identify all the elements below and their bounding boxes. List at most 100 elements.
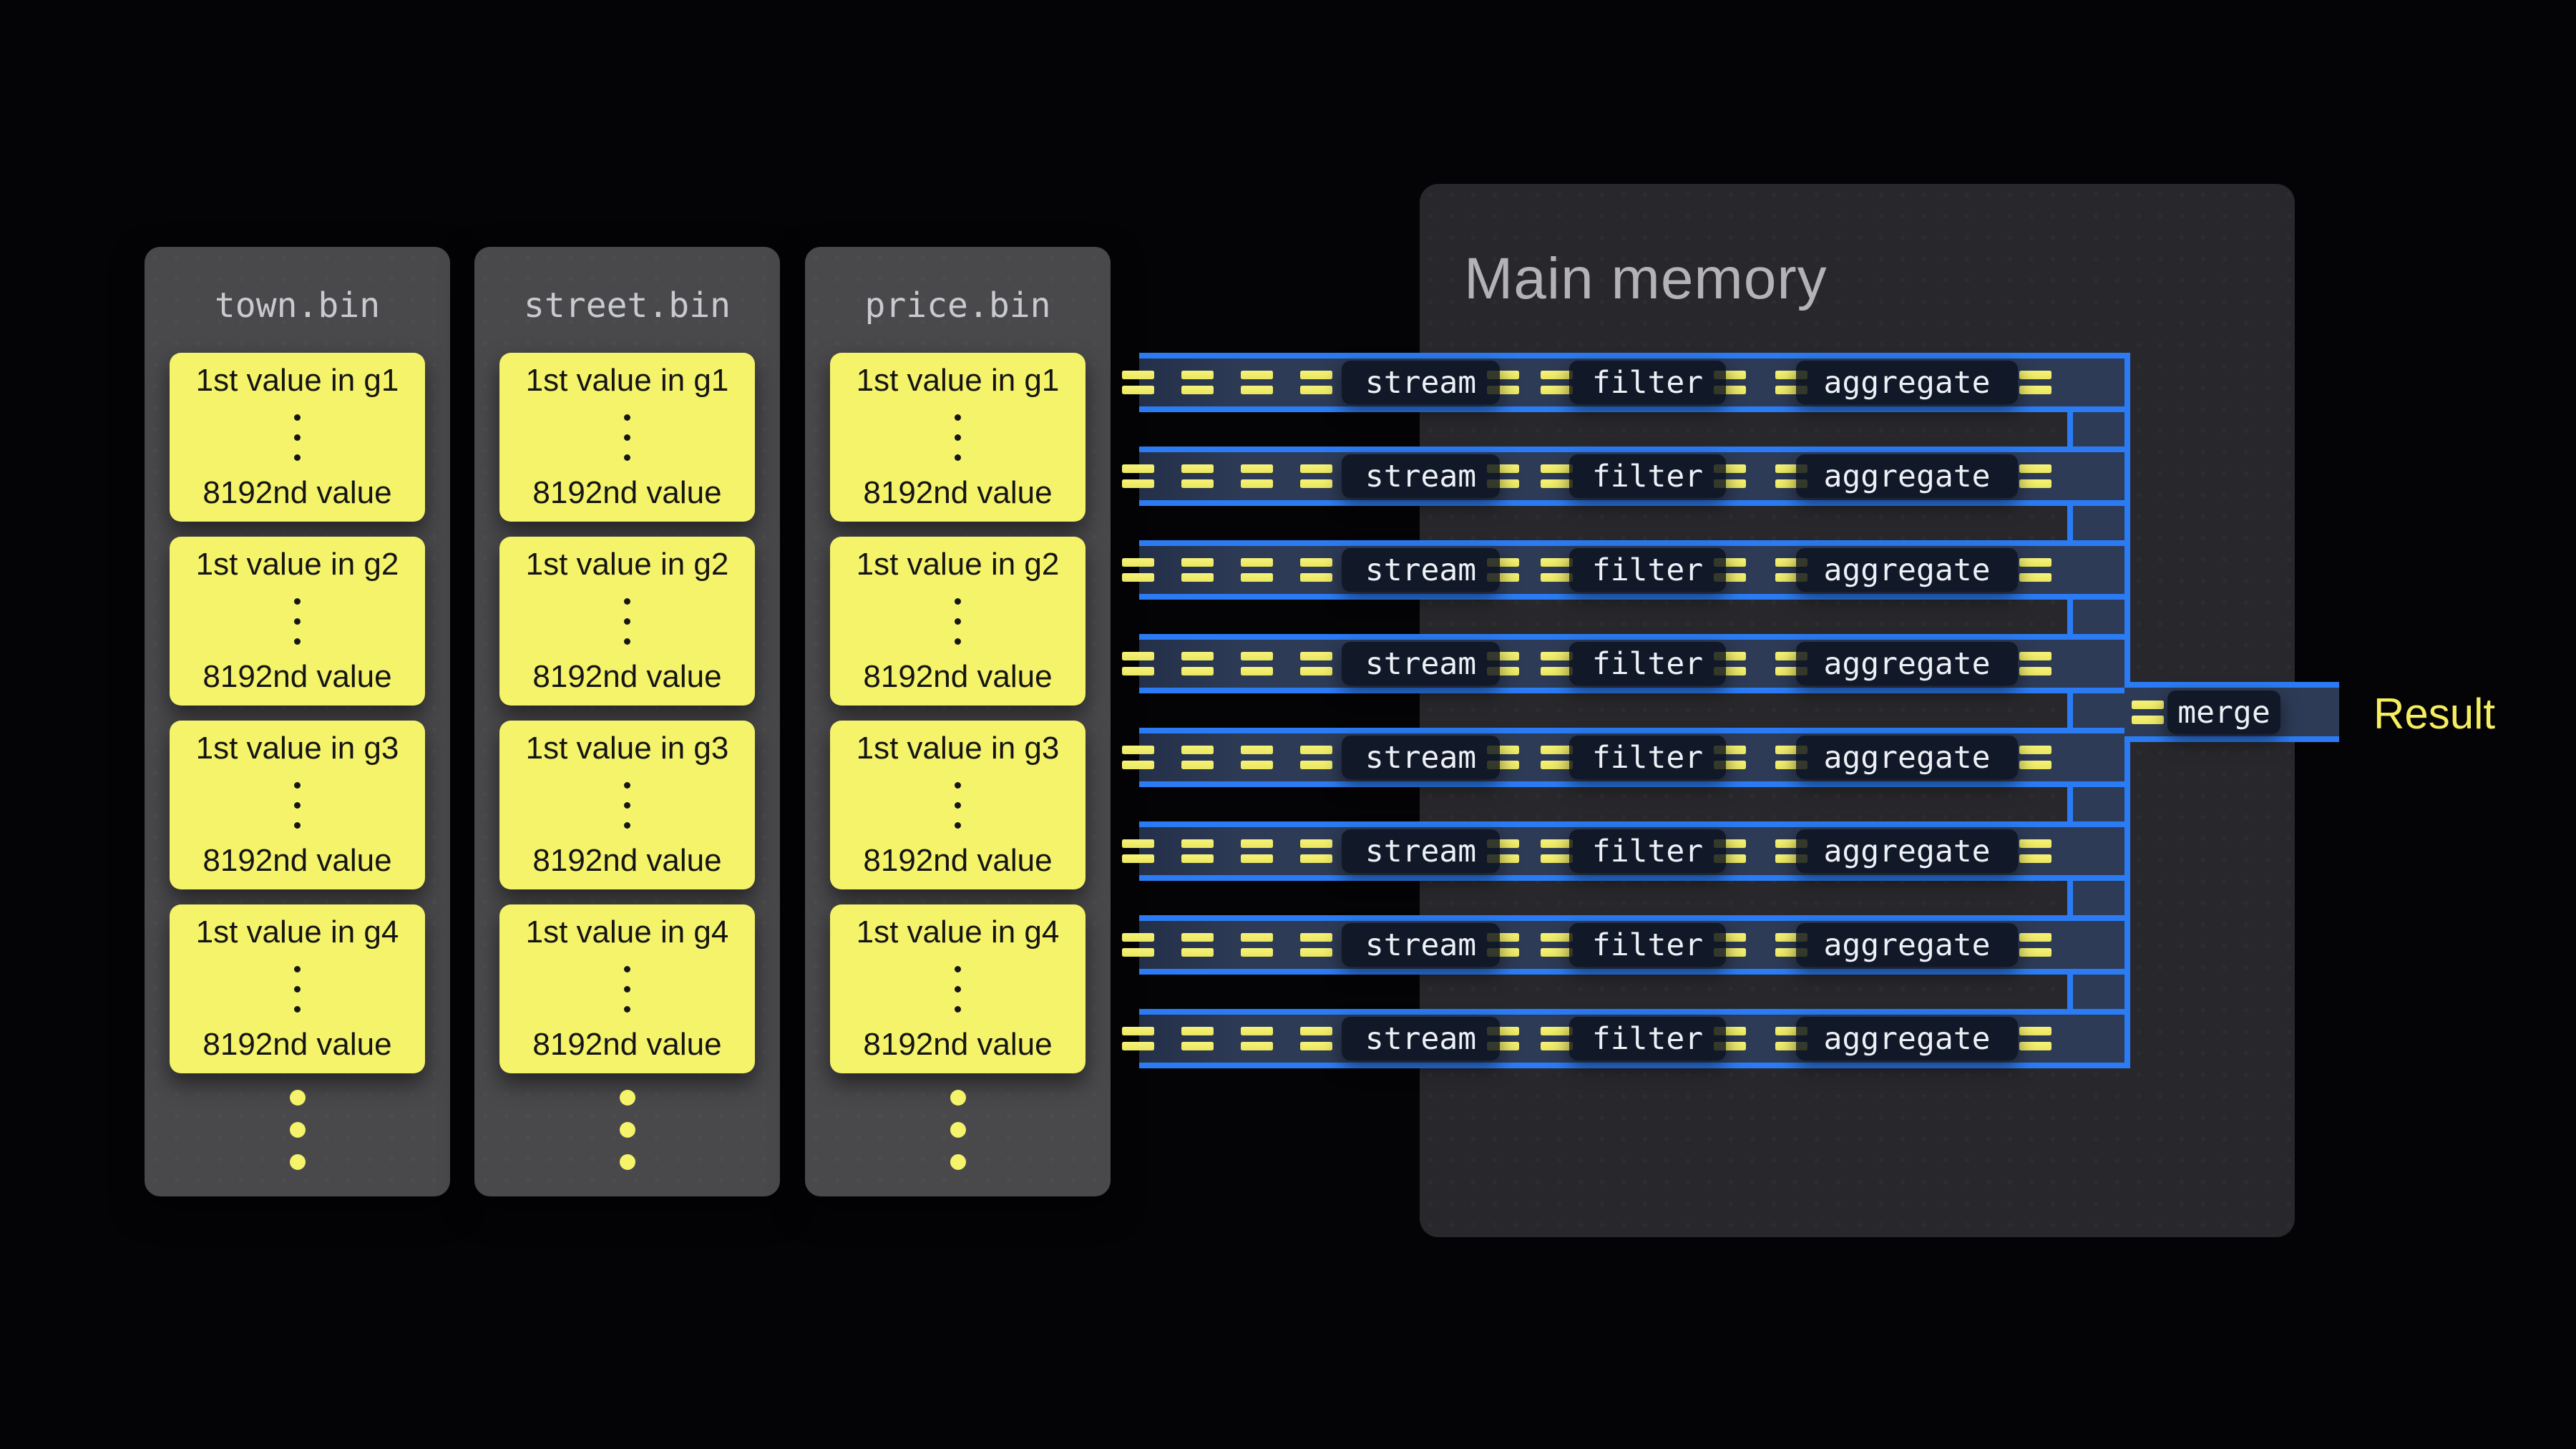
stage-box-stream: stream <box>1342 923 1500 967</box>
stage-box-stream: stream <box>1342 548 1500 592</box>
value-block-last-label: 8192nd value <box>863 1027 1052 1063</box>
dataflow-dash-icon <box>2019 746 2051 769</box>
stage-box-aggregate: aggregate <box>1796 361 2018 404</box>
dataflow-dash-icon <box>1541 371 1573 394</box>
stage-box-stream: stream <box>1342 454 1500 498</box>
stage-box-aggregate: aggregate <box>1796 829 2018 873</box>
value-block-first-label: 1st value in g4 <box>857 914 1060 951</box>
pipeline-row: stream filter aggregate <box>1139 353 2124 412</box>
bin-column-price: price.bin 1st value in g1 8192nd value 1… <box>805 247 1111 1196</box>
dataflow-dash-icon <box>1181 371 1214 394</box>
value-block: 1st value in g2 8192nd value <box>170 537 425 706</box>
pipeline-row: stream filter aggregate <box>1139 634 2124 693</box>
value-block: 1st value in g1 8192nd value <box>499 353 755 522</box>
dataflow-dash-icon <box>1300 746 1332 769</box>
value-ellipsis-icon <box>955 782 961 829</box>
value-block-last-label: 8192nd value <box>203 659 391 696</box>
value-block: 1st value in g4 8192nd value <box>170 904 425 1073</box>
pipeline-row: streamfilteraggregate <box>1139 1009 2124 1068</box>
bin-filename: town.bin <box>145 286 450 326</box>
dataflow-dash-icon <box>2019 652 2051 675</box>
dataflow-dash-icon <box>1122 1027 1154 1050</box>
value-block-last-label: 8192nd value <box>532 843 721 879</box>
stage-box-filter: filter <box>1569 642 1726 686</box>
more-groups-ellipsis <box>805 1090 1111 1170</box>
dataflow-dash-icon <box>2019 464 2051 488</box>
stage-box-aggregate: aggregate <box>1796 736 2018 779</box>
dataflow-dash-icon <box>1181 558 1214 582</box>
stage-box-stream: stream <box>1342 361 1500 404</box>
dataflow-dash-icon <box>1122 464 1154 488</box>
stage-box-aggregate: aggregate <box>1796 923 2018 967</box>
stage-box-filter: filter <box>1569 548 1726 592</box>
canvas: Main memory town.bin 1st value in g1 819… <box>0 0 2576 1449</box>
value-block: 1st value in g1 8192nd value <box>170 353 425 522</box>
dataflow-dash-icon <box>1300 1027 1332 1050</box>
value-ellipsis-icon <box>955 414 961 461</box>
bin-filename: street.bin <box>474 286 780 326</box>
stage-box-filter: filter <box>1569 736 1726 779</box>
dataflow-dash-icon <box>2019 933 2051 957</box>
dataflow-dash-icon <box>1241 371 1273 394</box>
value-block-last-label: 8192nd value <box>863 659 1052 696</box>
value-block: 1st value in g1 8192nd value <box>830 353 1085 522</box>
dataflow-dash-icon <box>1241 558 1273 582</box>
stage-box-aggregate: aggregate <box>1796 548 2018 592</box>
pipeline-row: streamfilteraggregate <box>1139 447 2124 506</box>
dataflow-dash-icon <box>1541 746 1573 769</box>
value-block-last-label: 8192nd value <box>532 475 721 512</box>
value-block-last-label: 8192nd value <box>532 1027 721 1063</box>
pipeline-row: streamfilteraggregate <box>1139 821 2124 881</box>
stage-box-stream: stream <box>1342 642 1500 686</box>
pipeline-row: streamfilteraggregate <box>1139 915 2124 975</box>
value-block-first-label: 1st value in g1 <box>196 363 399 399</box>
dataflow-dash-icon <box>1122 652 1154 675</box>
value-block-first-label: 1st value in g2 <box>196 547 399 583</box>
dataflow-dash-icon <box>2019 839 2051 863</box>
value-ellipsis-icon <box>294 414 301 461</box>
dataflow-dash-icon <box>2019 558 2051 582</box>
dataflow-dash-icon <box>1122 933 1154 957</box>
stage-box-aggregate: aggregate <box>1796 642 2018 686</box>
merge-band: merge <box>2124 682 2339 742</box>
dataflow-dash-icon <box>1541 558 1573 582</box>
value-block: 1st value in g4 8192nd value <box>499 904 755 1073</box>
dataflow-dash-icon <box>1300 839 1332 863</box>
dataflow-dash-icon <box>1122 558 1154 582</box>
value-block-first-label: 1st value in g4 <box>526 914 729 951</box>
more-groups-ellipsis <box>474 1090 780 1170</box>
dataflow-dash-icon <box>1300 933 1332 957</box>
dataflow-dash-icon <box>1122 746 1154 769</box>
dataflow-dash-icon <box>1300 464 1332 488</box>
value-block: 1st value in g2 8192nd value <box>499 537 755 706</box>
dataflow-dash-icon <box>2019 1027 2051 1050</box>
value-block-first-label: 1st value in g2 <box>526 547 729 583</box>
value-block-last-label: 8192nd value <box>532 659 721 696</box>
dataflow-dash-icon <box>1300 371 1332 394</box>
stage-box-filter: filter <box>1569 361 1726 404</box>
bin-column-town: town.bin 1st value in g1 8192nd value 1s… <box>145 247 450 1196</box>
value-block-first-label: 1st value in g2 <box>857 547 1060 583</box>
value-block-last-label: 8192nd value <box>863 843 1052 879</box>
dataflow-dash-icon <box>1241 839 1273 863</box>
value-block: 1st value in g3 8192nd value <box>830 721 1085 889</box>
value-block-last-label: 8192nd value <box>203 475 391 512</box>
value-block: 1st value in g3 8192nd value <box>170 721 425 889</box>
dataflow-dash-icon <box>1181 933 1214 957</box>
value-block-first-label: 1st value in g1 <box>526 363 729 399</box>
value-ellipsis-icon <box>624 966 630 1013</box>
value-block-last-label: 8192nd value <box>203 843 391 879</box>
result-label: Result <box>2373 691 2495 737</box>
dataflow-dash-icon <box>1122 839 1154 863</box>
value-block-first-label: 1st value in g1 <box>857 363 1060 399</box>
stage-box-filter: filter <box>1569 829 1726 873</box>
dataflow-dash-icon <box>1241 464 1273 488</box>
dataflow-dash-icon <box>2019 371 2051 394</box>
dataflow-dash-icon <box>1541 839 1573 863</box>
value-block-first-label: 1st value in g4 <box>196 914 399 951</box>
value-block: 1st value in g3 8192nd value <box>499 721 755 889</box>
stage-box-filter: filter <box>1569 454 1726 498</box>
value-ellipsis-icon <box>955 966 961 1013</box>
dataflow-dash-icon <box>1181 464 1214 488</box>
dataflow-dash-icon <box>1300 558 1332 582</box>
